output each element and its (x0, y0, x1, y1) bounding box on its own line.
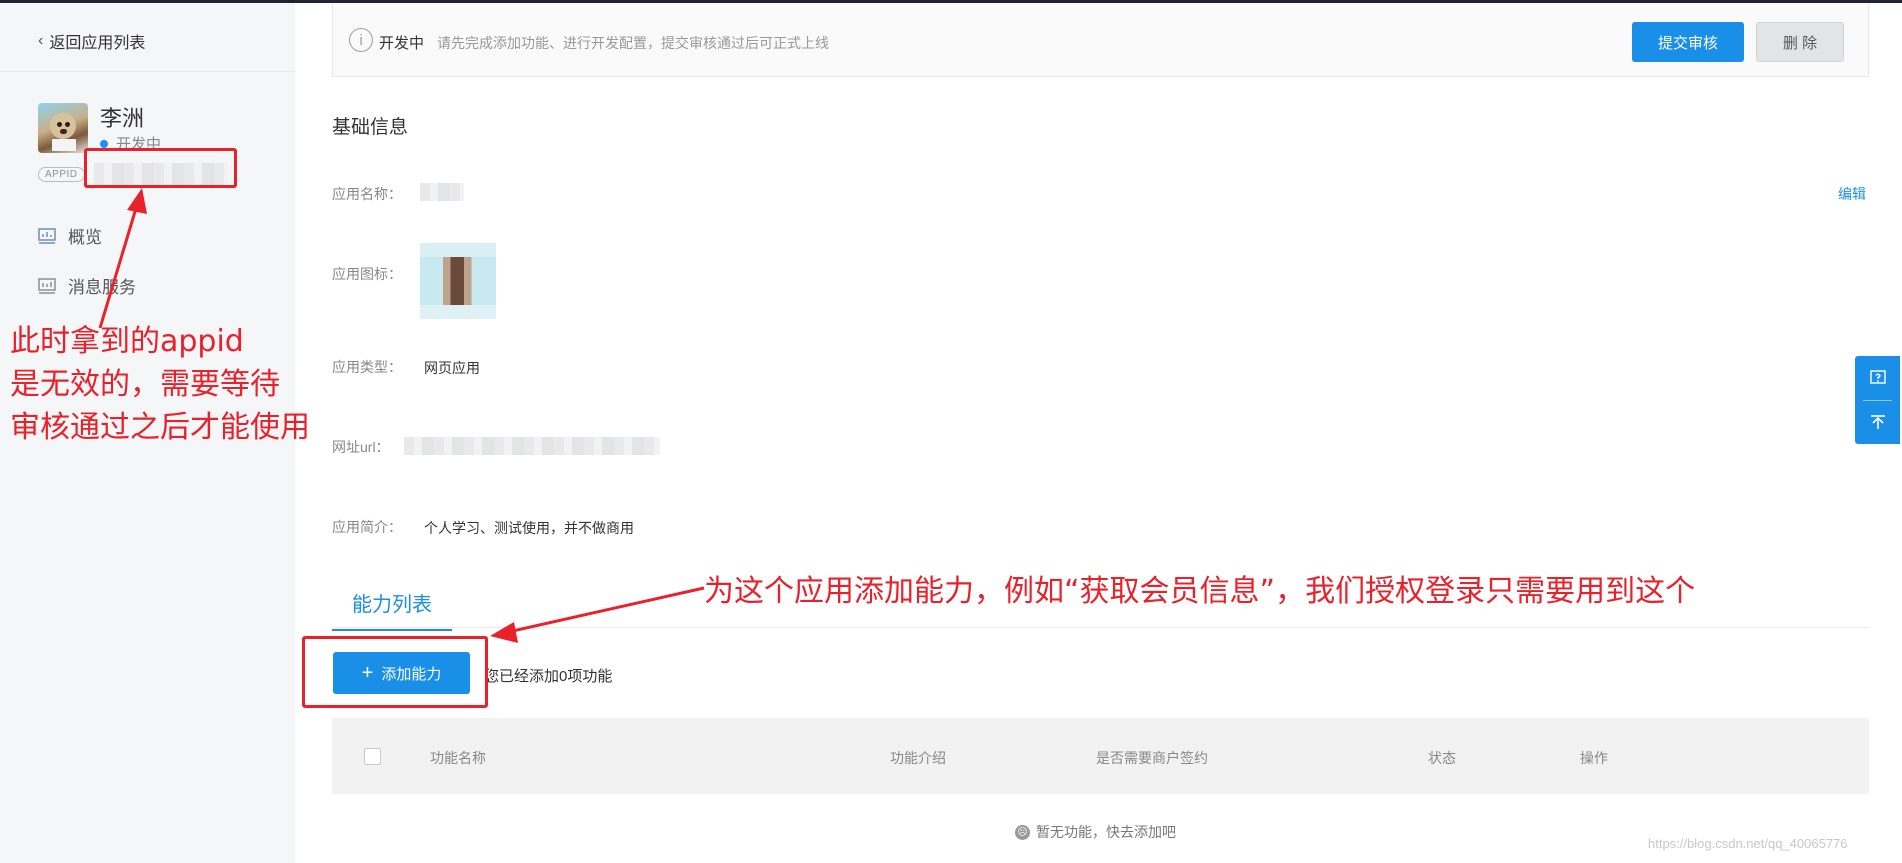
floating-toolbar (1855, 356, 1900, 444)
tab-ability-list[interactable]: 能力列表 (332, 588, 452, 631)
annotation-add-ability-note: 为这个应用添加能力，例如“获取会员信息”，我们授权登录只需要用到这个 (704, 574, 1696, 609)
arrowhead-add-ability (490, 622, 518, 643)
sad-face-icon: ☹ (1015, 824, 1030, 840)
sidebar-item-label: 概览 (68, 228, 102, 247)
tab-underline-divider (332, 627, 1869, 628)
message-icon (38, 277, 56, 294)
delete-button[interactable]: 删 除 (1756, 22, 1844, 62)
back-to-top-icon[interactable] (1855, 400, 1900, 444)
add-ability-highlight-box (302, 636, 488, 708)
back-label: 返回应用列表 (49, 35, 146, 52)
app-name-value-blurred (420, 183, 464, 201)
app-name: 李洲 (100, 106, 145, 131)
select-all-checkbox[interactable] (364, 748, 381, 765)
watermark: https://blog.csdn.net/qq_40065776 (1648, 836, 1848, 851)
sidebar-item-overview[interactable]: 概览 (38, 223, 102, 248)
column-header: 是否需要商户签约 (1096, 750, 1208, 766)
chart-icon (38, 227, 56, 244)
empty-text: 暂无功能，快去添加吧 (1036, 824, 1176, 840)
app-intro-label: 应用简介： (332, 519, 402, 535)
column-header: 功能介绍 (890, 750, 946, 766)
back-to-app-list-link[interactable]: ‹ 返回应用列表 (38, 29, 145, 53)
appid-highlight-box (84, 148, 237, 188)
added-count-text: 您已经添加0项功能 (484, 668, 613, 685)
arrow-to-add-ability (507, 586, 705, 634)
app-icon-blurred (420, 243, 496, 319)
sidebar-divider (0, 71, 295, 72)
annotation-line: 是无效的，需要等待 (10, 367, 280, 402)
sidebar-item-message-service[interactable]: 消息服务 (38, 273, 136, 298)
chevron-left-icon: ‹ (38, 32, 44, 49)
notice-description: 请先完成添加功能、进行开发配置，提交审核通过后可正式上线 (437, 35, 829, 51)
app-icon-label: 应用图标： (332, 266, 402, 282)
column-header: 操作 (1580, 750, 1608, 766)
app-avatar (38, 103, 88, 153)
column-header: 功能名称 (430, 750, 486, 766)
status-notice-bar: i 开发中 请先完成添加功能、进行开发配置，提交审核通过后可正式上线 提交审核 … (332, 3, 1869, 77)
column-header: 状态 (1428, 750, 1456, 766)
ability-table-header: 功能名称 功能介绍 是否需要商户签约 状态 操作 (332, 718, 1869, 794)
info-icon: i (349, 28, 373, 52)
app-name-label: 应用名称： (332, 186, 402, 202)
annotation-line: 审核通过之后才能使用 (10, 410, 310, 445)
submit-review-button[interactable]: 提交审核 (1632, 22, 1744, 62)
empty-table-message: ☹ 暂无功能，快去添加吧 (1015, 822, 1176, 842)
edit-link[interactable]: 编辑 (1838, 184, 1866, 204)
annotation-line: 此时拿到的appid (10, 324, 244, 359)
appid-tag: APPID (38, 167, 85, 182)
help-icon[interactable] (1855, 356, 1900, 400)
app-type-value: 网页应用 (424, 360, 480, 376)
url-value-blurred (404, 437, 660, 455)
status-dot-icon (100, 139, 108, 148)
app-intro-value: 个人学习、测试使用，并不做商用 (424, 520, 634, 536)
notice-status-label: 开发中 (379, 35, 425, 52)
basic-info-title: 基础信息 (332, 117, 409, 138)
sidebar-item-label: 消息服务 (68, 278, 136, 297)
annotation-appid-note: 此时拿到的appid 是无效的，需要等待 审核通过之后才能使用 (10, 320, 350, 449)
